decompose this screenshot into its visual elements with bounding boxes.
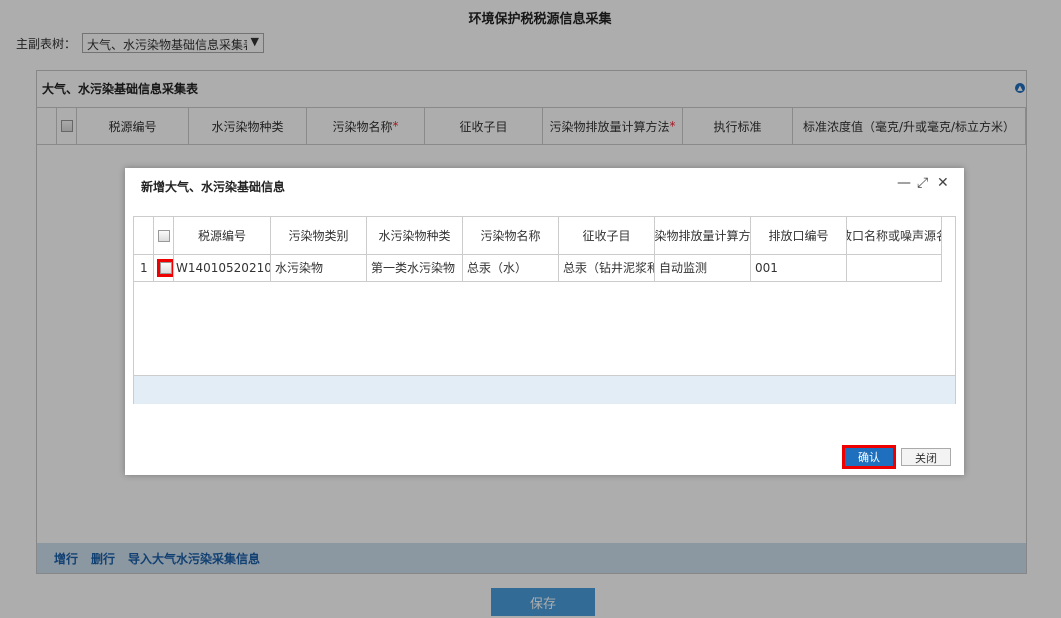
close-button[interactable]: 关闭	[901, 448, 951, 466]
dialog-col-outlet-id: 排放口编号	[751, 217, 847, 254]
dialog-col-pollutant-category: 污染物类别	[271, 217, 367, 254]
row-outlet-name	[847, 254, 942, 281]
maximize-icon[interactable]: ⤢	[917, 175, 928, 191]
dialog-col-water-pollutant-type: 水污染物种类	[367, 217, 463, 254]
dialog-grid-header: 税源编号 污染物类别 水污染物种类 污染物名称 征收子目 污染物排放量计算方法 …	[134, 217, 942, 255]
dialog-col-calc-method: 污染物排放量计算方法	[655, 217, 751, 254]
row-checkbox-cell	[154, 254, 174, 281]
table-row[interactable]: 1 W140105202100 水污染物 第一类水污染物 总汞（水） 总汞（钻井…	[134, 254, 942, 282]
row-checkbox[interactable]	[156, 258, 173, 277]
row-calc-method: 自动监测	[655, 254, 751, 281]
dialog-grid-footer	[134, 375, 955, 404]
row-water-pollutant-type: 第一类水污染物	[367, 254, 463, 281]
minimize-icon[interactable]: —	[897, 175, 911, 191]
row-tax-source-id: W140105202100	[174, 254, 271, 281]
row-index: 1	[134, 254, 154, 281]
dialog-select-all-checkbox[interactable]	[157, 229, 170, 242]
dialog-grid: 税源编号 污染物类别 水污染物种类 污染物名称 征收子目 污染物排放量计算方法 …	[133, 216, 956, 404]
close-icon[interactable]: ✕	[937, 175, 949, 191]
confirm-button[interactable]: 确认	[842, 445, 896, 469]
row-pollutant-category: 水污染物	[271, 254, 367, 281]
dialog-header-checkbox-cell	[154, 217, 174, 254]
dialog-header-index	[134, 217, 154, 254]
add-info-dialog: 新增大气、水污染基础信息 — ⤢ ✕ 税源编号 污染物类别 水污染物种类 污染物…	[125, 168, 964, 475]
row-outlet-id: 001	[751, 254, 847, 281]
dialog-col-levy-subitem: 征收子目	[559, 217, 655, 254]
row-pollutant-name: 总汞（水）	[463, 254, 559, 281]
dialog-col-pollutant-name: 污染物名称	[463, 217, 559, 254]
dialog-title: 新增大气、水污染基础信息	[141, 180, 286, 194]
dialog-col-tax-source-id: 税源编号	[174, 217, 271, 254]
dialog-col-outlet-name: 排放口名称或噪声源名称	[847, 217, 942, 254]
row-levy-subitem: 总汞（钻井泥浆和钻井废水）	[559, 254, 655, 281]
